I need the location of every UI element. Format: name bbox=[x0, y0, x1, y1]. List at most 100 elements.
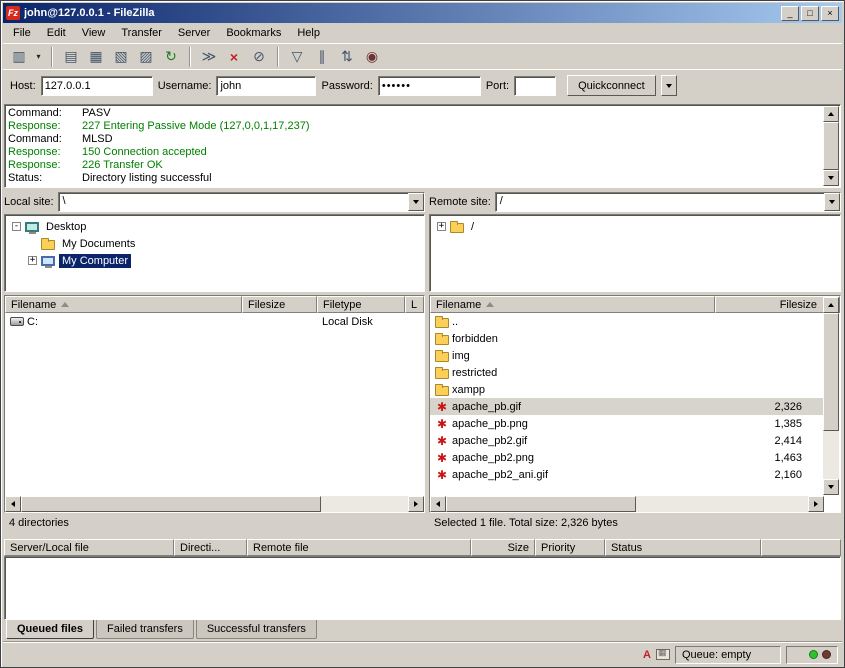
local-horizontal-scrollbar[interactable] bbox=[5, 496, 424, 512]
scrollbar-thumb[interactable] bbox=[823, 313, 839, 431]
menu-view[interactable]: View bbox=[74, 24, 114, 42]
menu-help[interactable]: Help bbox=[289, 24, 328, 42]
remote-vertical-scrollbar[interactable] bbox=[823, 297, 839, 495]
find-icon[interactable]: ◉ bbox=[360, 46, 384, 68]
column-header-filetype[interactable]: Filetype bbox=[317, 296, 405, 313]
column-header-priority[interactable]: Priority bbox=[535, 539, 605, 556]
tab-queued-files[interactable]: Queued files bbox=[6, 620, 94, 639]
file-row-c-drive[interactable]: C: Local Disk bbox=[5, 313, 424, 330]
file-row-xampp[interactable]: xampp bbox=[430, 381, 824, 398]
expand-icon[interactable]: + bbox=[28, 256, 37, 265]
column-header-size[interactable]: Size bbox=[471, 539, 535, 556]
file-row-apache-pb2-ani-gif[interactable]: apache_pb2_ani.gif 2,160 bbox=[430, 466, 824, 483]
quickconnect-button[interactable]: Quickconnect bbox=[567, 75, 656, 96]
quickconnect-dropdown[interactable] bbox=[661, 75, 677, 96]
port-input[interactable] bbox=[514, 76, 556, 96]
scroll-down-icon[interactable] bbox=[823, 170, 839, 186]
column-header-direction[interactable]: Directi... bbox=[174, 539, 247, 556]
file-row-apache-pb-gif[interactable]: apache_pb.gif 2,326 bbox=[430, 398, 824, 415]
log-line: Response:226 Transfer OK bbox=[8, 159, 822, 172]
port-label: Port: bbox=[486, 80, 509, 92]
transfer-queue-list[interactable] bbox=[4, 556, 841, 620]
sync-browse-icon[interactable]: ⇅ bbox=[335, 46, 359, 68]
username-input[interactable] bbox=[216, 76, 316, 96]
column-header-filesize[interactable]: Filesize bbox=[242, 296, 317, 313]
toggle-local-tree-icon[interactable]: ▦ bbox=[84, 46, 108, 68]
drive-icon bbox=[10, 317, 24, 326]
expand-icon[interactable]: + bbox=[437, 222, 446, 231]
file-row-forbidden[interactable]: forbidden bbox=[430, 330, 824, 347]
remote-site-row: Remote site: / bbox=[429, 191, 841, 213]
scroll-up-icon[interactable] bbox=[823, 297, 839, 313]
log-line-text: 226 Transfer OK bbox=[82, 159, 163, 172]
remote-site-label: Remote site: bbox=[429, 196, 491, 208]
minimize-button[interactable]: _ bbox=[781, 6, 799, 21]
scroll-left-icon[interactable] bbox=[5, 496, 21, 512]
remote-file-list: Filename Filesize .. forbidden img bbox=[429, 295, 841, 513]
close-button[interactable]: × bbox=[821, 6, 839, 21]
scroll-up-icon[interactable] bbox=[823, 106, 839, 122]
tree-item-my-computer[interactable]: + My Computer bbox=[5, 252, 424, 269]
remote-site-combo[interactable]: / bbox=[495, 192, 841, 212]
file-row-parent-dir[interactable]: .. bbox=[430, 313, 824, 330]
tree-item-desktop[interactable]: - Desktop bbox=[5, 218, 424, 235]
remote-horizontal-scrollbar[interactable] bbox=[430, 496, 824, 512]
toggle-message-log-icon[interactable]: ▤ bbox=[59, 46, 83, 68]
tree-item-my-documents[interactable]: My Documents bbox=[5, 235, 424, 252]
file-row-apache-pb-png[interactable]: apache_pb.png 1,385 bbox=[430, 415, 824, 432]
folder-icon bbox=[435, 386, 449, 396]
tab-failed-transfers[interactable]: Failed transfers bbox=[96, 620, 194, 639]
column-header-lastmodified[interactable]: L bbox=[405, 296, 424, 313]
process-queue-icon[interactable]: ≫ bbox=[197, 46, 221, 68]
disconnect-icon[interactable]: ⊘ bbox=[247, 46, 271, 68]
log-vertical-scrollbar[interactable] bbox=[823, 106, 839, 186]
local-site-combo[interactable]: \ bbox=[58, 192, 425, 212]
cancel-icon[interactable]: × bbox=[222, 46, 246, 68]
folder-icon bbox=[435, 318, 449, 328]
toggle-remote-tree-icon[interactable]: ▧ bbox=[109, 46, 133, 68]
file-row-apache-pb2-gif[interactable]: apache_pb2.gif 2,414 bbox=[430, 432, 824, 449]
file-name: apache_pb.gif bbox=[452, 401, 521, 413]
column-header-remote-file[interactable]: Remote file bbox=[247, 539, 471, 556]
log-line-type: Response: bbox=[8, 120, 82, 133]
menu-server[interactable]: Server bbox=[170, 24, 218, 42]
quickconnect-bar: Host: Username: Password: Port: Quickcon… bbox=[3, 69, 842, 101]
compare-icon[interactable]: ∥ bbox=[310, 46, 334, 68]
password-input[interactable] bbox=[378, 76, 481, 96]
image-file-icon bbox=[435, 417, 449, 431]
scrollbar-thumb[interactable] bbox=[21, 496, 321, 512]
file-row-img[interactable]: img bbox=[430, 347, 824, 364]
menu-transfer[interactable]: Transfer bbox=[113, 24, 170, 42]
combo-dropdown-icon[interactable] bbox=[408, 193, 424, 211]
site-manager-dropdown-icon[interactable]: ▾ bbox=[32, 46, 45, 68]
tab-successful-transfers[interactable]: Successful transfers bbox=[196, 620, 317, 639]
scroll-down-icon[interactable] bbox=[823, 479, 839, 495]
column-header-status[interactable]: Status bbox=[605, 539, 761, 556]
site-manager-icon[interactable]: ▥ bbox=[7, 46, 31, 68]
host-input[interactable] bbox=[41, 76, 153, 96]
file-row-apache-pb2-png[interactable]: apache_pb2.png 1,463 bbox=[430, 449, 824, 466]
column-header-filesize[interactable]: Filesize bbox=[715, 296, 840, 313]
tree-item-root[interactable]: + / bbox=[430, 218, 840, 235]
scrollbar-thumb[interactable] bbox=[446, 496, 636, 512]
menu-edit[interactable]: Edit bbox=[39, 24, 74, 42]
log-line: Response:150 Connection accepted bbox=[8, 146, 822, 159]
column-header-filename[interactable]: Filename bbox=[5, 296, 242, 313]
column-header-filename[interactable]: Filename bbox=[430, 296, 715, 313]
scrollbar-thumb[interactable] bbox=[823, 122, 839, 170]
scroll-left-icon[interactable] bbox=[430, 496, 446, 512]
scroll-right-icon[interactable] bbox=[408, 496, 424, 512]
toggle-queue-icon[interactable]: ▨ bbox=[134, 46, 158, 68]
refresh-icon[interactable]: ↻ bbox=[159, 46, 183, 68]
menu-file[interactable]: File bbox=[5, 24, 39, 42]
column-header-server-local-file[interactable]: Server/Local file bbox=[4, 539, 174, 556]
combo-dropdown-icon[interactable] bbox=[824, 193, 840, 211]
scroll-right-icon[interactable] bbox=[808, 496, 824, 512]
collapse-icon[interactable]: - bbox=[12, 222, 21, 231]
filter-icon[interactable]: ▽ bbox=[285, 46, 309, 68]
file-name: img bbox=[452, 350, 470, 362]
log-line: Status:Directory listing successful bbox=[8, 172, 822, 185]
menu-bookmarks[interactable]: Bookmarks bbox=[218, 24, 289, 42]
file-row-restricted[interactable]: restricted bbox=[430, 364, 824, 381]
maximize-button[interactable]: □ bbox=[801, 6, 819, 21]
